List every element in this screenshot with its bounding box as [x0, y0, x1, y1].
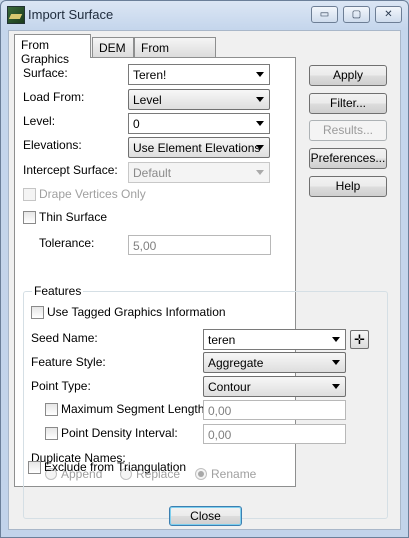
- level-value: 0: [133, 117, 140, 131]
- use-tagged-graphics-checkbox[interactable]: [31, 306, 44, 319]
- chevron-down-icon: [332, 337, 340, 342]
- chevron-down-icon: [256, 145, 264, 150]
- point-type-dropdown[interactable]: Contour: [203, 376, 346, 397]
- point-density-interval-checkbox[interactable]: [45, 427, 58, 440]
- max-segment-length-checkbox[interactable]: [45, 403, 58, 416]
- level-label: Level:: [23, 114, 56, 128]
- seed-name-dropdown[interactable]: teren: [203, 329, 346, 350]
- chevron-down-icon: [256, 72, 264, 77]
- minimize-icon: ▭: [319, 9, 330, 20]
- load-from-value: Level: [133, 93, 162, 107]
- point-type-label: Point Type:: [31, 379, 91, 393]
- surface-label: Surface:: [23, 66, 68, 80]
- chevron-down-icon: [256, 170, 264, 175]
- app-icon: [7, 6, 25, 24]
- intercept-surface-dropdown[interactable]: Default: [128, 162, 270, 183]
- close-window-button[interactable]: ✕: [375, 6, 402, 23]
- rename-label: Rename: [211, 467, 257, 481]
- pick-seed-button[interactable]: ✛: [350, 330, 369, 349]
- use-tagged-graphics-label: Use Tagged Graphics Information: [47, 305, 226, 319]
- maximize-button[interactable]: ▢: [343, 6, 370, 23]
- from-graphics-panel: Surface: Teren! Load From: Level Level: …: [14, 57, 388, 519]
- exclude-from-triangulation-checkbox[interactable]: [28, 461, 41, 474]
- thin-surface-checkbox[interactable]: [23, 211, 36, 224]
- point-type-value: Contour: [208, 380, 251, 394]
- load-from-label: Load From:: [23, 90, 85, 104]
- point-density-interval-field[interactable]: 0,00: [203, 424, 346, 444]
- maximize-icon: ▢: [351, 9, 362, 20]
- chevron-down-icon: [256, 97, 264, 102]
- radio-rename[interactable]: [195, 468, 207, 480]
- max-segment-length-field[interactable]: 0,00: [203, 400, 346, 420]
- close-button[interactable]: Close: [169, 506, 242, 526]
- preferences-button[interactable]: Preferences...: [309, 148, 387, 169]
- filter-button[interactable]: Filter...: [309, 93, 387, 114]
- tab-from-graphics[interactable]: From Graphics: [14, 34, 91, 66]
- chevron-down-icon: [332, 360, 340, 365]
- tolerance-label: Tolerance:: [39, 236, 95, 250]
- tab-from-geometry[interactable]: From Geometry: [134, 37, 216, 69]
- tab-dem[interactable]: DEM: [92, 37, 134, 57]
- feature-style-value: Aggregate: [208, 356, 264, 370]
- level-dropdown[interactable]: 0: [128, 113, 270, 134]
- point-density-interval-label: Point Density Interval:: [61, 426, 178, 440]
- chevron-down-icon: [332, 384, 340, 389]
- window-title: Import Surface: [28, 7, 114, 22]
- minimize-button[interactable]: ▭: [311, 6, 338, 23]
- intercept-surface-label: Intercept Surface:: [23, 163, 118, 177]
- elevations-dropdown[interactable]: Use Element Elevations: [128, 137, 270, 158]
- load-from-dropdown[interactable]: Level: [128, 89, 270, 110]
- seed-name-value: teren: [208, 333, 236, 347]
- title-bar[interactable]: Import Surface ▭ ▢ ✕: [1, 1, 408, 29]
- thin-surface-label: Thin Surface: [39, 210, 108, 224]
- tolerance-field[interactable]: 5,00: [128, 235, 271, 255]
- seed-name-label: Seed Name:: [31, 331, 98, 345]
- chevron-down-icon: [256, 121, 264, 126]
- surface-dropdown[interactable]: Teren!: [128, 64, 270, 85]
- apply-button[interactable]: Apply: [309, 65, 387, 86]
- feature-style-label: Feature Style:: [31, 355, 106, 369]
- surface-value: Teren!: [133, 68, 167, 82]
- drape-vertices-checkbox[interactable]: [23, 188, 36, 201]
- intercept-surface-value: Default: [133, 166, 172, 180]
- import-surface-window: Import Surface ▭ ▢ ✕ From Graphics DEM F…: [0, 0, 409, 538]
- close-icon: ✕: [384, 9, 393, 20]
- dialog-body: From Graphics DEM From Geometry Surface:…: [8, 30, 401, 530]
- feature-style-dropdown[interactable]: Aggregate: [203, 352, 346, 373]
- help-button[interactable]: Help: [309, 176, 387, 197]
- crosshair-icon: ✛: [354, 332, 365, 347]
- elevations-label: Elevations:: [23, 138, 82, 152]
- elevations-value: Use Element Elevations: [133, 141, 261, 155]
- features-group-title: Features: [32, 284, 84, 298]
- results-button[interactable]: Results...: [309, 120, 387, 141]
- exclude-from-triangulation-label: Exclude from Triangulation: [44, 460, 187, 474]
- max-segment-length-label: Maximum Segment Length:: [61, 402, 208, 416]
- drape-vertices-label: Drape Vertices Only: [39, 187, 146, 201]
